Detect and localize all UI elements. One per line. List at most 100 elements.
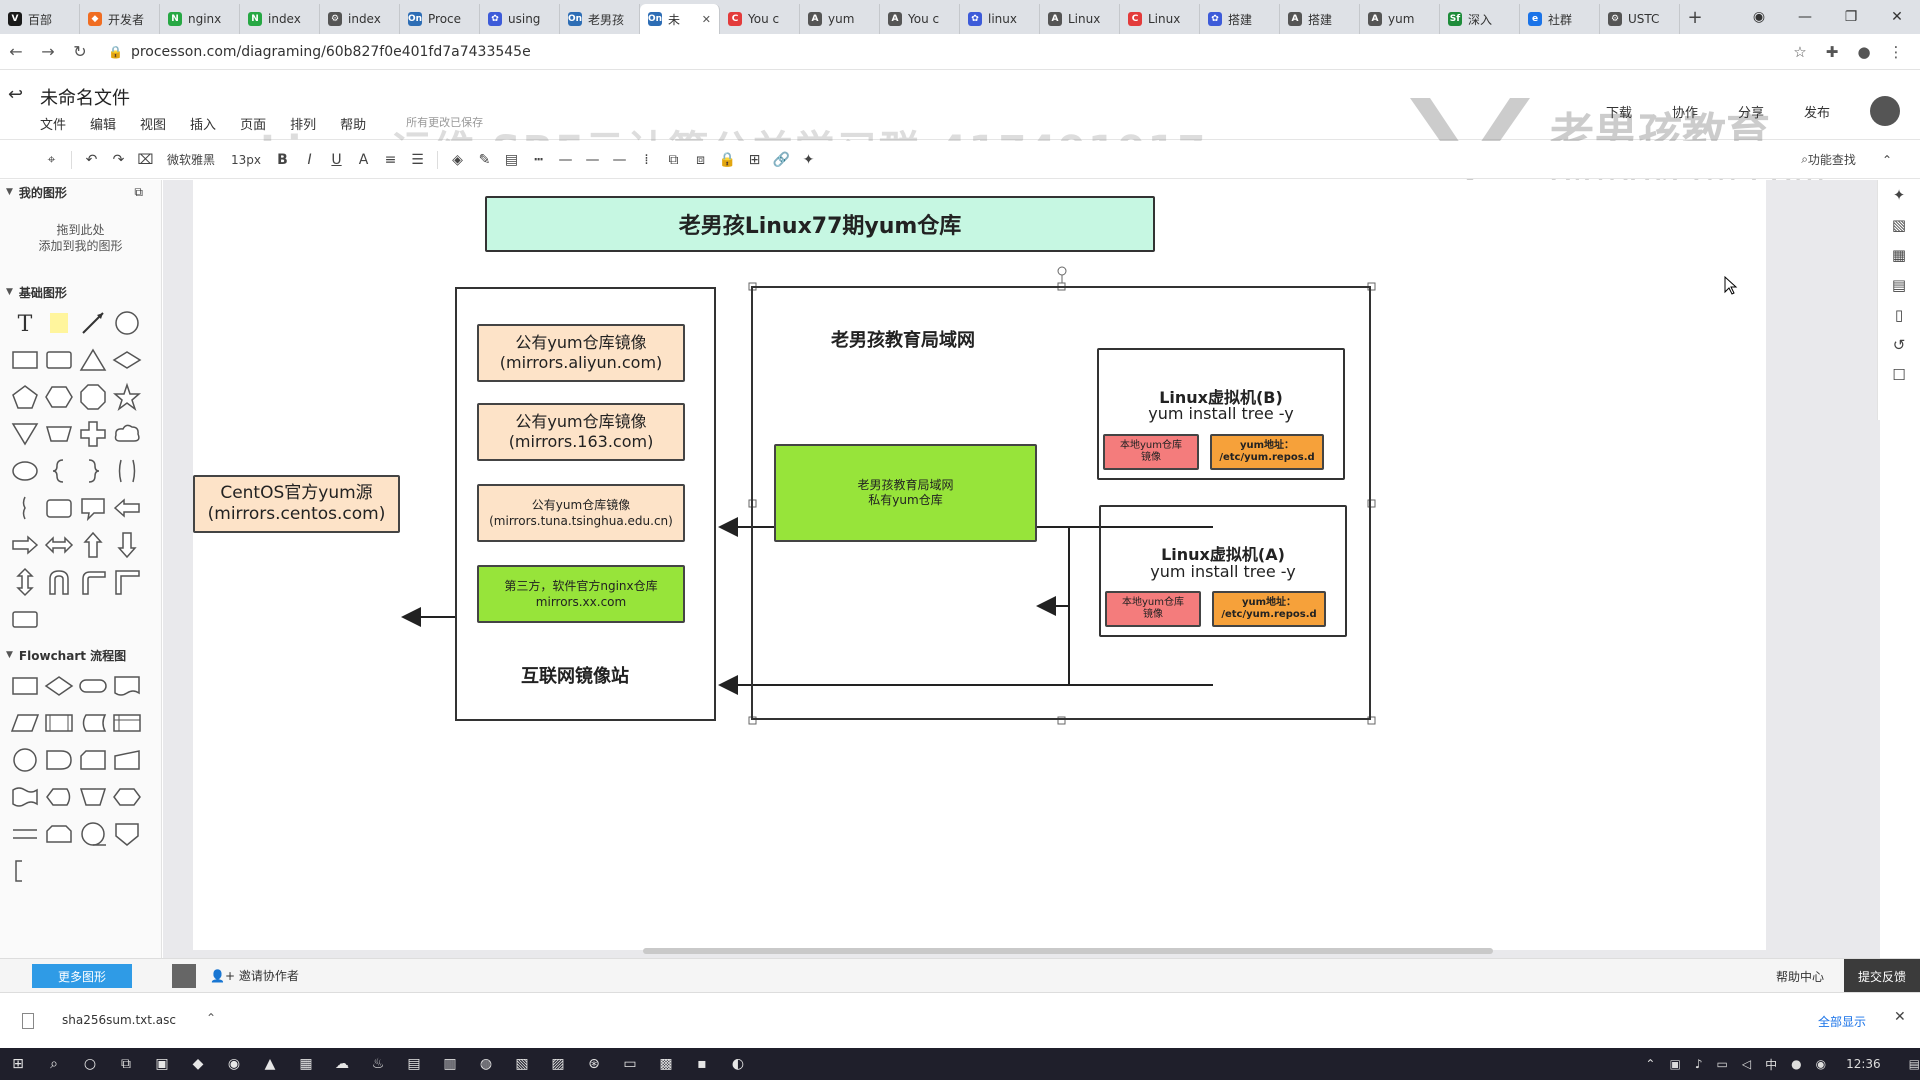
sequential-data-icon[interactable]	[76, 815, 110, 852]
page-panel-icon[interactable]: ▤	[1878, 270, 1920, 300]
wechat-icon[interactable]: ☁	[324, 1056, 360, 1072]
line-shape-icon[interactable]	[76, 304, 110, 341]
app-icon[interactable]: ▣	[144, 1056, 180, 1072]
connector-icon[interactable]: —	[552, 147, 579, 173]
browser-tab[interactable]: ⚙ USTC	[1600, 4, 1680, 34]
download-filename[interactable]: sha256sum.txt.asc	[62, 1013, 176, 1027]
browser-tab[interactable]: C Linux	[1120, 4, 1200, 34]
off-page-connector-icon[interactable]	[110, 815, 144, 852]
card-shape-icon[interactable]	[42, 489, 76, 526]
extensions-icon[interactable]: ✚	[1816, 43, 1848, 61]
tray-app-icon[interactable]: ▣	[1669, 1057, 1680, 1071]
data-panel-icon[interactable]: ▦	[1878, 240, 1920, 270]
browser-tab[interactable]: V 百部	[0, 4, 80, 34]
line-end-icon[interactable]: —	[606, 147, 633, 173]
terminator-shape-icon[interactable]	[76, 667, 110, 704]
right-arrow-shape-icon[interactable]	[8, 526, 42, 563]
collapse-toolbar-icon[interactable]: ⌃	[1882, 153, 1892, 167]
search-icon[interactable]: ⌕	[36, 1056, 72, 1072]
app-icon[interactable]: ♨	[360, 1056, 396, 1072]
corner-shape-icon[interactable]	[110, 563, 144, 600]
close-icon[interactable]: ✕	[1894, 1009, 1906, 1025]
browser-tab[interactable]: On 未 ✕	[640, 4, 720, 34]
manual-input-icon[interactable]	[110, 741, 144, 778]
invite-collaborator-button[interactable]: 👤+ 邀请协作者	[210, 967, 299, 984]
chevron-up-icon[interactable]: ⌃	[206, 1011, 216, 1025]
diagram-page[interactable]: 老男孩Linux77期yum仓库 CentOS官方yum源 (mirrors.c…	[193, 180, 1766, 950]
bold-icon[interactable]: B	[269, 147, 296, 173]
browser-tab[interactable]: Ayum	[800, 4, 880, 34]
collaborator-avatar[interactable]	[172, 964, 196, 988]
back-to-files-icon[interactable]: ↩	[8, 84, 23, 105]
browser-tab[interactable]: e 社群	[1520, 4, 1600, 34]
fill-color-icon[interactable]: ◈	[444, 147, 471, 173]
browser-tab[interactable]: ⚙ index	[320, 4, 400, 34]
avatar[interactable]	[1870, 96, 1900, 126]
browser-tab[interactable]: On Proce	[400, 4, 480, 34]
ellipse-shape-icon[interactable]	[8, 452, 42, 489]
cloud-shape-icon[interactable]	[110, 415, 144, 452]
url-field[interactable]: 🔒 processon.com/diagraming/60b827f0e401f…	[108, 44, 531, 60]
my-shapes-dropzone[interactable]: 拖到此处 添加到我的图形	[0, 204, 161, 280]
parallel-mode-icon[interactable]	[8, 815, 42, 852]
app-icon[interactable]: ▪	[684, 1056, 720, 1072]
toolbar-search[interactable]: ⌕ 功能查找 ⌃	[1801, 151, 1892, 168]
menu-view[interactable]: 视图	[140, 114, 166, 133]
flowchart-header[interactable]: ▼ Flowchart 流程图	[0, 643, 161, 667]
card-flow-icon[interactable]	[76, 741, 110, 778]
tray-expand-icon[interactable]: ⌃	[1645, 1057, 1655, 1071]
tab-close-icon[interactable]: ✕	[702, 13, 711, 26]
microphone-icon[interactable]: ♪	[1695, 1057, 1703, 1071]
list-icon[interactable]: ☰	[404, 147, 431, 173]
window-close-icon[interactable]: ✕	[1874, 9, 1920, 25]
left-brace-icon[interactable]	[42, 452, 76, 489]
show-all-downloads[interactable]: 全部显示	[1818, 1013, 1866, 1030]
profile-icon[interactable]: ●	[1848, 43, 1880, 61]
forward-icon[interactable]: →	[32, 42, 64, 61]
mirror-tuna-node[interactable]: 公有yum仓库镜像 (mirrors.tuna.tsinghua.edu.cn)	[477, 484, 685, 542]
vm-a-local-mirror[interactable]: 本地yum仓库 镜像	[1105, 591, 1201, 627]
line-width-icon[interactable]: ▤	[498, 147, 525, 173]
preparation-icon[interactable]	[110, 778, 144, 815]
right-brace-icon[interactable]	[76, 452, 110, 489]
underline-icon[interactable]: U	[323, 147, 350, 173]
cross-shape-icon[interactable]	[76, 415, 110, 452]
tray-app-icon[interactable]: ●	[1791, 1057, 1801, 1071]
stored-data-icon[interactable]	[76, 704, 110, 741]
rounded-rect-shape-icon[interactable]	[42, 341, 76, 378]
browser-tab[interactable]: A 搭建	[1280, 4, 1360, 34]
feedback-button[interactable]: 提交反馈	[1844, 959, 1920, 993]
volume-icon[interactable]: ◁	[1742, 1057, 1751, 1071]
up-arrow-shape-icon[interactable]	[76, 526, 110, 563]
line-start-icon[interactable]: —	[579, 147, 606, 173]
menu-page[interactable]: 页面	[240, 114, 266, 133]
app-icon[interactable]: ▤	[396, 1056, 432, 1072]
menu-file[interactable]: 文件	[40, 114, 66, 133]
font-family-select[interactable]: 微软雅黑	[159, 147, 223, 173]
pentagon-shape-icon[interactable]	[8, 378, 42, 415]
app-icon[interactable]: ▧	[504, 1056, 540, 1072]
format-painter-icon[interactable]: ⌧	[132, 147, 159, 173]
italic-icon[interactable]: I	[296, 147, 323, 173]
send-back-icon[interactable]: ⧈	[687, 147, 714, 173]
browser-tab[interactable]: Nnginx	[160, 4, 240, 34]
reload-icon[interactable]: ↻	[64, 42, 96, 61]
vm-b-local-mirror[interactable]: 本地yum仓库 镜像	[1103, 434, 1199, 470]
horizontal-scrollbar[interactable]	[643, 948, 1493, 954]
edge-icon[interactable]: ◐	[720, 1056, 756, 1072]
magic-icon[interactable]: ✦	[795, 147, 822, 173]
mirror-aliyun-node[interactable]: 公有yum仓库镜像 (mirrors.aliyun.com)	[477, 324, 685, 382]
delay-shape-icon[interactable]	[42, 741, 76, 778]
menu-edit[interactable]: 编辑	[90, 114, 116, 133]
file-title[interactable]: 未命名文件	[40, 84, 130, 110]
menu-help[interactable]: 帮助	[340, 114, 366, 133]
app-icon[interactable]: ▥	[432, 1056, 468, 1072]
line-color-icon[interactable]: ✎	[471, 147, 498, 173]
notification-icon[interactable]: ▤	[1909, 1057, 1920, 1071]
double-arrow-shape-icon[interactable]	[42, 526, 76, 563]
back-icon[interactable]: ←	[0, 42, 32, 61]
star-icon[interactable]: ☆	[1784, 43, 1816, 61]
folder-icon[interactable]: ▭	[612, 1056, 648, 1072]
select-tool-icon[interactable]: ⌖	[38, 147, 65, 173]
ime-indicator[interactable]: 中	[1765, 1056, 1777, 1073]
